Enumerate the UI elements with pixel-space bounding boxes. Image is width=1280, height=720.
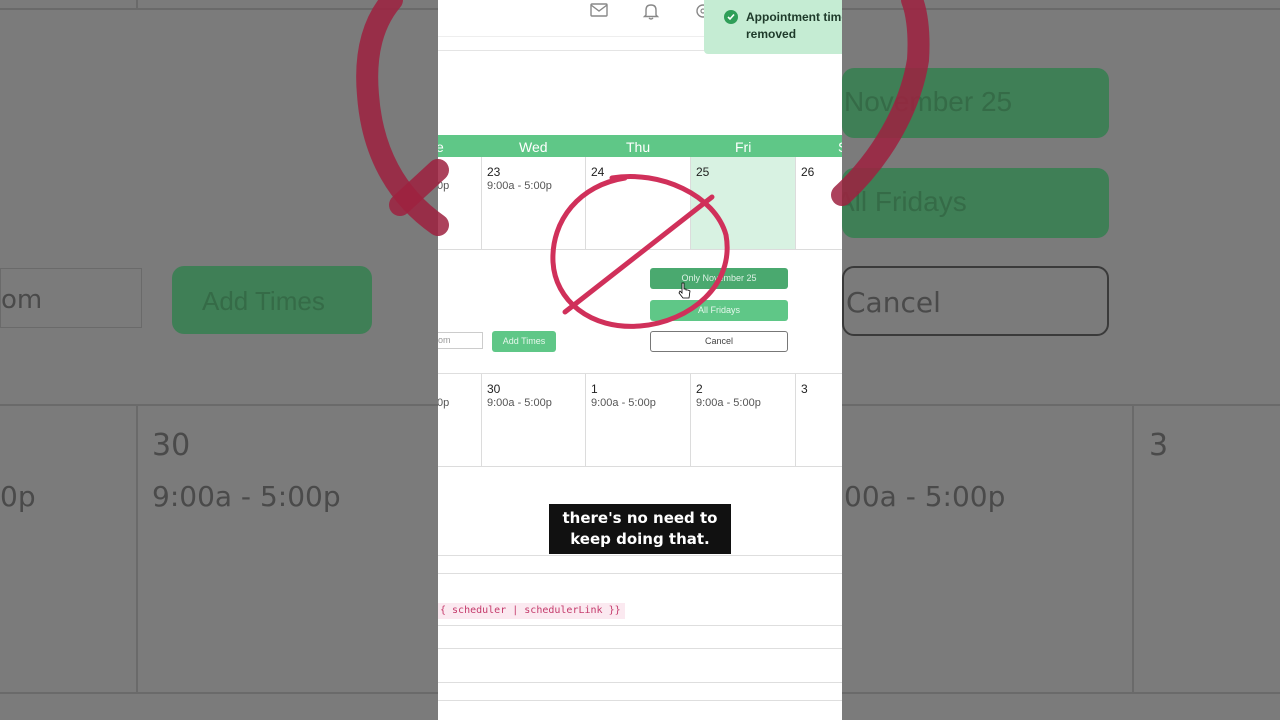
calendar-day-cell-selected[interactable]: 25 xyxy=(691,157,796,250)
row-divider xyxy=(438,625,842,626)
code-snippet: { scheduler | schedulerLink }} xyxy=(438,603,625,619)
day-number: 3 xyxy=(801,382,808,396)
bg-cancel-button: Cancel xyxy=(842,266,1109,336)
bg-divider xyxy=(1132,404,1134,694)
day-header-fri: Fri xyxy=(735,139,752,155)
caption-line-2: keep doing that. xyxy=(570,530,710,548)
calendar-day-cell[interactable]: 2 9:00a - 5:00p xyxy=(691,374,796,467)
bg-date-30: 30 xyxy=(152,428,191,463)
day-header: e xyxy=(438,139,444,155)
caption-line-1: there's no need to xyxy=(562,509,718,527)
calendar-day-cell[interactable]: 30 9:00a - 5:00p xyxy=(481,374,586,467)
day-header-thu: Thu xyxy=(626,139,651,155)
toast-message: Appointment time removed xyxy=(746,10,842,41)
row-divider xyxy=(438,648,842,649)
row-divider xyxy=(438,700,842,701)
day-number: 26 xyxy=(801,165,815,179)
calendar-day-cell[interactable]: 24 xyxy=(586,157,691,250)
day-hours: 0p xyxy=(438,180,450,192)
day-hours: 9:00a - 5:00p xyxy=(696,397,761,409)
day-number: 24 xyxy=(591,165,605,179)
day-number: 23 xyxy=(487,165,501,179)
bg-input-text: om xyxy=(1,285,43,315)
day-hours: 9:00a - 5:00p xyxy=(591,397,656,409)
bg-only-label: November 25 xyxy=(844,86,1013,117)
only-date-button[interactable]: Only November 25 xyxy=(650,268,788,289)
day-number: 1 xyxy=(591,382,598,396)
day-hours: 9:00a - 5:00p xyxy=(487,180,552,192)
bg-add-label: Add Times xyxy=(202,286,325,316)
day-number: 2 xyxy=(696,382,703,396)
bg-date-3: 3 xyxy=(1149,428,1169,463)
mail-icon[interactable] xyxy=(590,2,608,23)
bg-input: om xyxy=(0,268,142,328)
calendar-day-cell[interactable]: 3 xyxy=(796,374,842,467)
day-header-wed: Wed xyxy=(519,139,548,155)
video-caption: there's no need to keep doing that. xyxy=(549,504,731,554)
bg-fridays-button: All Fridays xyxy=(836,168,1109,238)
bg-time-right: 00a - 5:00p xyxy=(844,480,1006,513)
day-number: 30 xyxy=(487,382,501,396)
day-number: 25 xyxy=(696,165,710,179)
calendar-day-cell[interactable]: 0p xyxy=(438,374,482,467)
row-divider xyxy=(438,573,842,574)
bg-only-button: November 25 xyxy=(842,68,1109,138)
bg-time-30: 9:00a - 5:00p xyxy=(152,480,341,513)
bg-fridays-label: All Fridays xyxy=(836,186,967,217)
all-fridays-button[interactable]: All Fridays xyxy=(650,300,788,321)
calendar-day-cell[interactable]: 0p xyxy=(438,157,482,250)
cancel-button[interactable]: Cancel xyxy=(650,331,788,352)
day-hours: 0p xyxy=(438,397,450,409)
row-divider xyxy=(438,682,842,683)
bell-icon[interactable] xyxy=(642,2,660,25)
day-hours: 9:00a - 5:00p xyxy=(487,397,552,409)
check-circle-icon xyxy=(724,10,738,24)
toast-notification: Appointment time removed xyxy=(704,0,842,54)
calendar-day-cell[interactable]: 23 9:00a - 5:00p xyxy=(481,157,586,250)
time-input[interactable]: om xyxy=(438,332,483,349)
bg-time-fragment: 0p xyxy=(0,480,36,513)
calendar-day-cell[interactable]: 1 9:00a - 5:00p xyxy=(586,374,691,467)
add-times-button[interactable]: Add Times xyxy=(492,331,556,352)
bg-divider xyxy=(136,404,138,694)
row-divider xyxy=(438,555,842,556)
calendar-day-cell[interactable]: 26 xyxy=(796,157,842,250)
bg-cancel-label: Cancel xyxy=(846,286,941,319)
day-header-sat: S xyxy=(838,139,842,155)
app-screen: Appointment time removed e Wed Thu Fri S… xyxy=(438,0,842,720)
bg-add-button: Add Times xyxy=(172,266,372,334)
bg-divider xyxy=(136,0,138,10)
calendar-header: e Wed Thu Fri S xyxy=(438,135,842,157)
